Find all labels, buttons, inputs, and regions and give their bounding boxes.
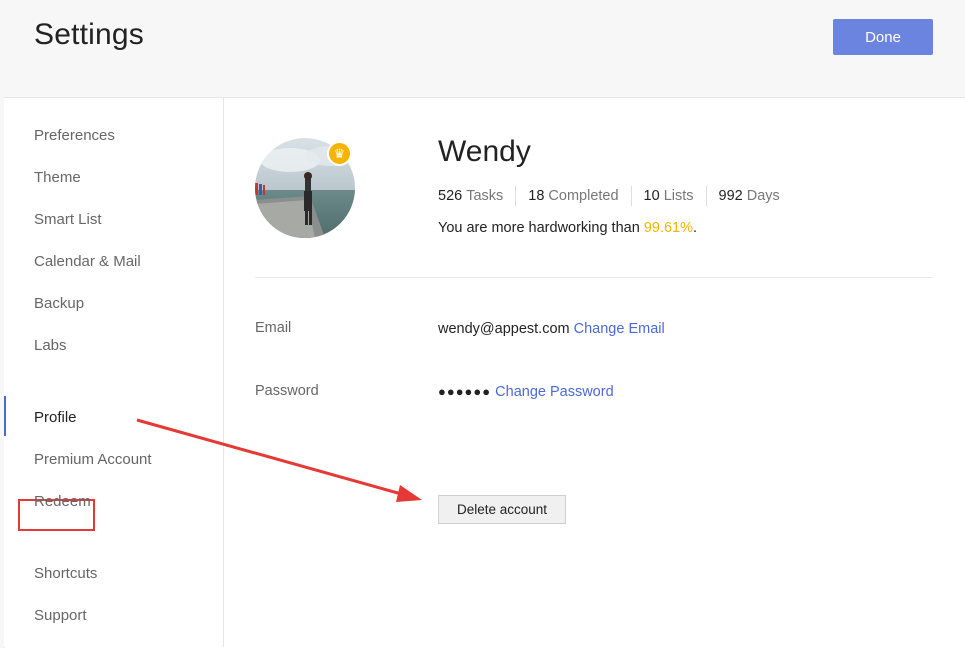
sidebar-item-theme[interactable]: Theme <box>34 169 81 186</box>
change-email-link[interactable]: Change Email <box>574 321 665 337</box>
stat-tasks: 526 Tasks <box>438 188 503 204</box>
stat-divider <box>630 186 632 206</box>
stat-days-num: 992 <box>718 188 743 204</box>
crown-icon: ♛ <box>327 141 352 166</box>
page-title: Settings <box>34 18 144 51</box>
done-button[interactable]: Done <box>833 19 933 55</box>
stat-completed-num: 18 <box>528 188 545 204</box>
stat-divider <box>705 186 707 206</box>
sidebar-item-profile[interactable]: Profile <box>34 409 77 426</box>
sidebar-item-calendar-mail[interactable]: Calendar & Mail <box>34 253 141 270</box>
stat-days-label: Days <box>746 188 780 204</box>
stat-days: 992 Days <box>719 188 780 204</box>
profile-stats: 526 Tasks 18 Completed 10 Lists 992 Days <box>438 186 780 206</box>
profile-name: Wendy <box>438 135 531 168</box>
password-mask: ●●●●●● <box>438 384 492 399</box>
sidebar: Preferences Theme Smart List Calendar & … <box>4 98 224 647</box>
stat-completed-label: Completed <box>548 188 619 204</box>
sidebar-item-preferences[interactable]: Preferences <box>34 127 115 144</box>
sidebar-item-redeem[interactable]: Redeem <box>34 493 91 510</box>
email-row: wendy@appest.com Change Email <box>438 321 665 337</box>
sidebar-item-support[interactable]: Support <box>34 607 87 624</box>
stat-divider <box>515 186 517 206</box>
sidebar-item-backup[interactable]: Backup <box>34 295 84 312</box>
email-value: wendy@appest.com <box>438 321 570 337</box>
divider <box>255 277 932 278</box>
password-label: Password <box>255 383 319 399</box>
hardworking-percent: 99.61% <box>643 220 693 236</box>
sidebar-item-smart-list[interactable]: Smart List <box>34 211 102 228</box>
stat-tasks-label: Tasks <box>466 188 504 204</box>
change-password-link[interactable]: Change Password <box>495 384 614 400</box>
stat-lists-num: 10 <box>643 188 660 204</box>
sidebar-item-shortcuts[interactable]: Shortcuts <box>34 565 97 582</box>
sidebar-item-labs[interactable]: Labs <box>34 337 67 354</box>
hardworking-prefix: You are more hardworking than <box>438 220 644 236</box>
email-label: Email <box>255 320 292 336</box>
hardworking-text: You are more hardworking than 99.61%. <box>438 220 697 236</box>
stat-lists: 10 Lists <box>644 188 694 204</box>
stat-tasks-num: 526 <box>438 188 463 204</box>
active-indicator <box>4 396 6 436</box>
settings-header: Settings Done <box>0 0 965 97</box>
sidebar-item-premium-account[interactable]: Premium Account <box>34 451 152 468</box>
password-row: ●●●●●● Change Password <box>438 384 614 400</box>
stat-completed: 18 Completed <box>528 188 618 204</box>
hardworking-suffix: . <box>693 220 698 236</box>
stat-lists-label: Lists <box>663 188 694 204</box>
delete-account-button[interactable]: Delete account <box>438 495 566 524</box>
